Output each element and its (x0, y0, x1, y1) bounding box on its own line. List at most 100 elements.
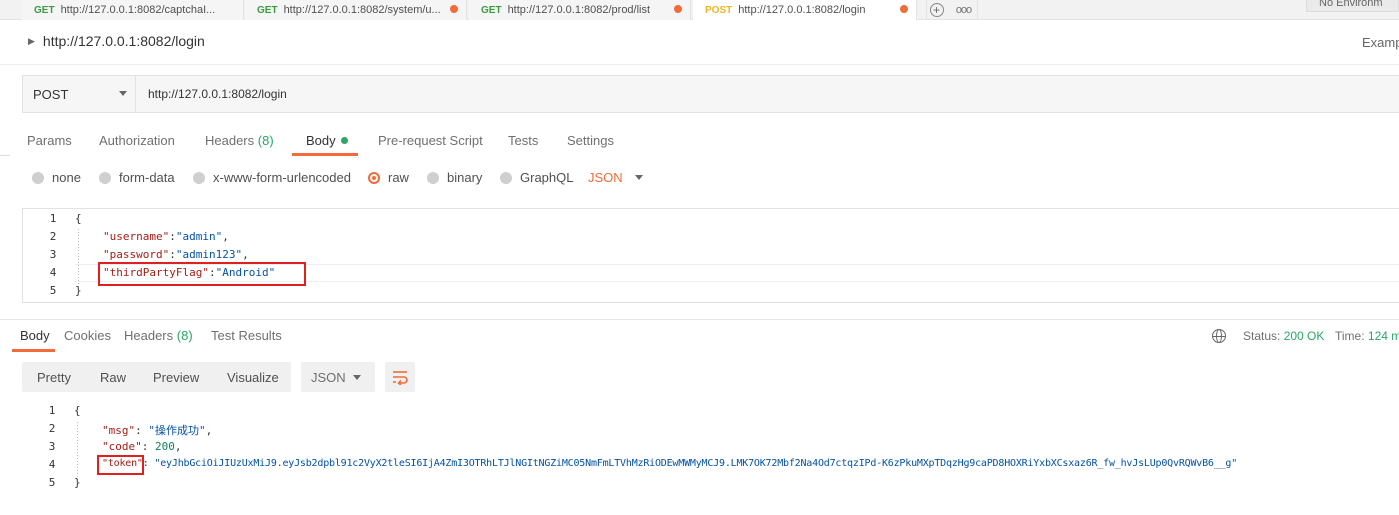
radio-raw[interactable]: raw (368, 170, 409, 185)
json-comma: , (174, 440, 182, 453)
radio-circle-icon (500, 171, 512, 184)
request-body-editor[interactable]: 1 2 3 4 5 { "username":"admin", "passwor… (22, 208, 1399, 303)
json-key: "username" (103, 230, 170, 243)
json-sep: : (142, 458, 155, 469)
code-line: "msg": "操作成功", (102, 422, 212, 438)
line-number: 5 (48, 476, 56, 489)
response-tab-headers-label: Headers (124, 328, 174, 343)
request-title: http://127.0.0.1:8082/login (42, 33, 205, 49)
response-format-select[interactable]: JSON (301, 362, 375, 392)
json-comma: , (205, 424, 213, 437)
json-value: "admin" (175, 230, 223, 243)
json-token-value: "eyJhbGciOiJIUzUxMiJ9.eyJsb2dpbl91c2VyX2… (154, 458, 1238, 469)
divider (0, 319, 1399, 320)
line-number: 3 (49, 248, 57, 261)
code-line: "password":"admin123", (103, 248, 249, 261)
radio-binary[interactable]: binary (427, 170, 482, 185)
json-sep: : (169, 248, 176, 261)
tab-settings[interactable]: Settings (567, 133, 614, 148)
environment-selector[interactable]: No Environm (1306, 0, 1399, 12)
new-tab-button[interactable]: + (926, 0, 946, 20)
tab-params[interactable]: Params (27, 133, 72, 148)
wrap-lines-button[interactable] (385, 362, 415, 392)
code-line: { (74, 404, 81, 417)
view-pretty-button[interactable]: Pretty (37, 370, 71, 385)
radio-label: none (52, 170, 81, 185)
json-key: "password" (103, 248, 170, 261)
active-dot-icon (340, 137, 348, 144)
open-brace: { (74, 404, 81, 417)
view-raw-button[interactable]: Raw (100, 370, 126, 385)
body-format-select[interactable]: JSON (588, 170, 643, 185)
request-name[interactable]: ▶ http://127.0.0.1:8082/login (28, 33, 205, 49)
expand-triangle-icon[interactable]: ▶ (28, 36, 35, 47)
caret-down-icon (353, 375, 361, 380)
globe-icon[interactable] (1212, 329, 1226, 343)
examples-link[interactable]: Examp (1362, 35, 1399, 50)
radio-form-data[interactable]: form-data (99, 170, 175, 185)
response-tab-body[interactable]: Body (20, 328, 50, 343)
json-value: "admin123" (175, 248, 243, 261)
tab-prerequest-script[interactable]: Pre-request Script (378, 133, 483, 148)
time-value[interactable]: 124 m (1368, 329, 1399, 343)
url-bar: POST http://127.0.0.1:8082/login (22, 75, 1399, 113)
url-input[interactable]: http://127.0.0.1:8082/login (148, 87, 287, 101)
headers-count: (8) (257, 133, 274, 148)
status-code[interactable]: 200 OK (1284, 329, 1325, 343)
line-number: 2 (48, 422, 56, 435)
indent-guide (78, 229, 79, 289)
view-preview-button[interactable]: Preview (153, 370, 199, 385)
tab-tests[interactable]: Tests (508, 133, 538, 148)
response-tab-cookies[interactable]: Cookies (64, 328, 111, 343)
radio-circle-icon (427, 171, 439, 184)
code-line: } (75, 284, 82, 297)
request-tab-login[interactable]: POST http://127.0.0.1:8082/login (693, 0, 917, 20)
code-line: "code": 200, (102, 440, 182, 453)
code-line: "username":"admin", (103, 230, 229, 243)
radio-none[interactable]: none (32, 170, 81, 185)
json-key: "msg" (102, 424, 136, 437)
radio-label: GraphQL (520, 170, 574, 185)
response-tab-test-results[interactable]: Test Results (211, 328, 282, 343)
active-tab-indicator (12, 349, 55, 352)
method-select[interactable]: POST (23, 76, 136, 112)
json-key: "code" (102, 440, 142, 453)
tab-body-label: Body (306, 133, 336, 148)
request-tab-prod-list[interactable]: GET http://127.0.0.1:8082/prod/list (469, 0, 691, 20)
tab-method: POST (705, 4, 733, 16)
line-number: 4 (49, 266, 57, 279)
radio-label: raw (388, 170, 409, 185)
response-body-viewer[interactable]: 1 2 3 4 5 { "msg": "操作成功", "code": 200, … (22, 402, 1399, 497)
unsaved-dot-icon (900, 5, 908, 13)
radio-urlencoded[interactable]: x-www-form-urlencoded (193, 170, 351, 185)
time-text: Time: (1335, 329, 1365, 343)
more-tabs-button[interactable]: ooo (950, 0, 978, 20)
request-tab-captcha[interactable]: GET http://127.0.0.1:8082/captchaI... (22, 0, 244, 20)
json-comma: , (242, 248, 249, 261)
tab-authorization[interactable]: Authorization (99, 133, 175, 148)
code-line: "token": "eyJhbGciOiJIUzUxMiJ9.eyJsb2dpb… (102, 458, 1237, 469)
annotation-highlight-box (98, 262, 306, 286)
view-visualize-button[interactable]: Visualize (227, 370, 279, 385)
annotation-highlight-box (97, 455, 144, 475)
tab-headers[interactable]: Headers (8) (205, 133, 274, 148)
response-tab-headers[interactable]: Headers (8) (124, 328, 193, 343)
radio-circle-icon (193, 171, 205, 184)
response-format-label: JSON (311, 370, 346, 385)
radio-selected-icon (368, 171, 380, 184)
radio-circle-icon (99, 171, 111, 184)
json-sep: : (141, 440, 155, 453)
wrap-lines-icon (393, 371, 408, 385)
radio-graphql[interactable]: GraphQL (500, 170, 573, 185)
divider (0, 64, 1399, 65)
method-label: POST (33, 86, 69, 102)
headers-count: (8) (176, 328, 193, 343)
tab-url: http://127.0.0.1:8082/prod/list (507, 4, 651, 16)
radio-label: binary (447, 170, 483, 185)
caret-down-icon (119, 91, 127, 96)
request-tab-system-user[interactable]: GET http://127.0.0.1:8082/system/u... (245, 0, 467, 20)
line-number: 1 (49, 212, 57, 225)
tab-body[interactable]: Body (306, 133, 348, 148)
line-number: 3 (48, 440, 56, 453)
unsaved-dot-icon (450, 5, 458, 13)
